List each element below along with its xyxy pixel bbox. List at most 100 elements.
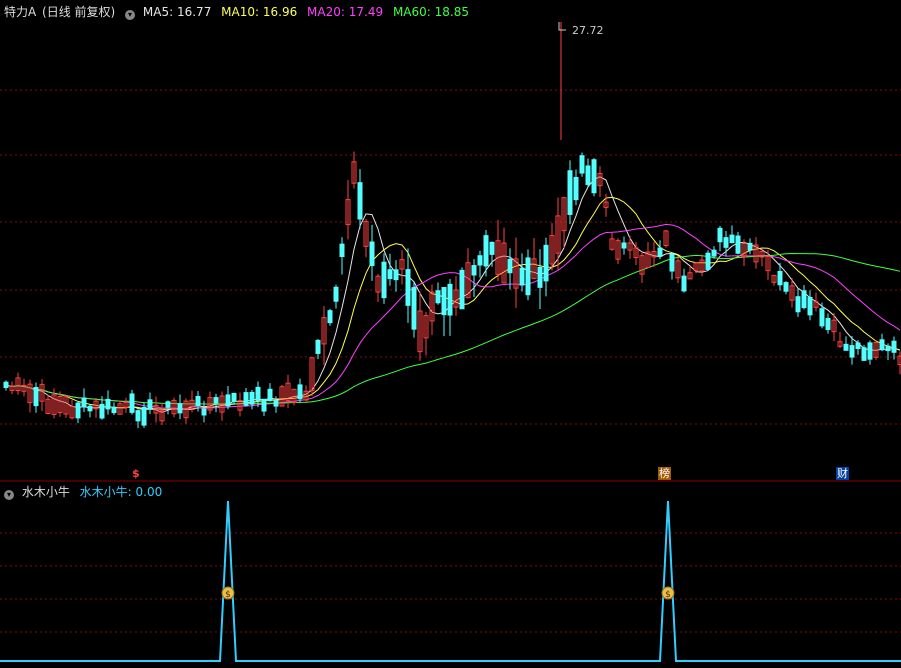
candle-body — [81, 397, 87, 408]
candle-body — [783, 282, 789, 292]
candle-body — [825, 317, 831, 331]
collapse-toggle-icon[interactable]: ▾ — [4, 490, 14, 500]
ma5-line — [5, 176, 901, 413]
candle-body — [489, 241, 495, 255]
ma60-line — [5, 252, 901, 405]
candle-body — [543, 244, 549, 282]
candle-body — [483, 235, 489, 267]
candle-body — [141, 407, 147, 426]
candle-body — [471, 265, 477, 276]
candle-body — [435, 290, 441, 304]
candle-body — [819, 308, 825, 327]
indicator-header: ▾ 水木小牛 水木小牛: 0.00 — [4, 484, 168, 500]
peak-price-label: 27.72 — [572, 24, 604, 37]
candle-body — [297, 384, 303, 400]
candle-body — [447, 283, 453, 316]
candle-body — [333, 286, 339, 302]
candle-body — [537, 266, 543, 288]
candle-body — [357, 182, 363, 220]
candle-body — [111, 406, 117, 414]
indicator-name[interactable]: 水木小牛 — [22, 485, 70, 499]
indicator-line: $ $ — [0, 500, 901, 662]
candle-body — [579, 155, 585, 174]
candle-body — [735, 235, 741, 254]
collapse-toggle-icon[interactable]: ▾ — [125, 10, 136, 20]
candle-body — [585, 165, 591, 185]
svg-text:$: $ — [665, 590, 671, 600]
candle-body — [855, 342, 861, 349]
price-mode: (日线 前复权) — [42, 5, 116, 19]
candle-body — [879, 339, 885, 351]
candle-body — [459, 269, 465, 310]
event-mark-billboard[interactable]: 榜 — [658, 467, 671, 480]
candle-body — [99, 403, 105, 419]
candle-body — [255, 386, 261, 401]
candle-body — [165, 401, 171, 408]
candle-body — [885, 345, 891, 352]
candle-body — [441, 287, 447, 316]
candle-body — [249, 391, 255, 405]
indicator-line-label: 水木小牛: 0.00 — [79, 485, 163, 499]
candle-body — [669, 253, 675, 272]
candle-body — [891, 340, 897, 353]
peak-price-marker: 27.72 — [558, 22, 604, 37]
candle-body — [411, 287, 417, 330]
event-mark-dividend[interactable]: $ — [131, 467, 141, 480]
ma60-label: MA60: 18.85 — [392, 5, 469, 19]
candle-body — [777, 270, 783, 286]
candle-body — [867, 342, 873, 360]
indicator-signal-line — [0, 500, 901, 662]
candle-body — [225, 394, 231, 407]
indicator-grid — [0, 532, 901, 633]
candle-body — [729, 234, 735, 244]
candle-body — [213, 397, 219, 404]
candle-body — [267, 388, 273, 402]
candle-body — [87, 405, 93, 412]
candle-body — [717, 227, 723, 243]
stock-title[interactable]: 特力A — [4, 5, 36, 19]
svg-text:$: $ — [225, 590, 231, 600]
candle-body — [591, 159, 597, 194]
candle-body — [261, 398, 267, 412]
candle-body — [723, 237, 729, 248]
candle-body — [231, 392, 237, 402]
candle-body — [405, 269, 411, 306]
candle-body — [387, 269, 393, 280]
candle-body — [273, 400, 279, 407]
moving-average-lines — [5, 176, 901, 413]
candle-body — [705, 252, 711, 270]
ma5-label: MA5: 16.77 — [142, 5, 212, 19]
candle-body — [75, 402, 81, 419]
candle-body — [195, 396, 201, 407]
candle-body — [795, 296, 801, 313]
candle-body — [33, 387, 39, 407]
candle-body — [861, 347, 867, 361]
event-mark-finance[interactable]: 财 — [836, 467, 849, 480]
candle-body — [369, 241, 375, 267]
candle-body — [201, 408, 207, 416]
candle-body — [477, 255, 483, 266]
candle-body — [519, 267, 525, 286]
candle-body — [807, 296, 813, 316]
candle-body — [657, 247, 663, 257]
candle-body — [849, 345, 855, 358]
candle-body — [243, 392, 249, 406]
candle-body — [135, 410, 141, 422]
candle-body — [567, 170, 573, 215]
candlesticks — [3, 22, 901, 429]
kline-chart[interactable]: 27.72 $ $ — [0, 0, 901, 668]
candle-body — [801, 290, 807, 309]
candle-body — [177, 403, 183, 414]
candle-body — [507, 258, 513, 274]
price-header: 特力A (日线 前复权) ▾ MA5: 16.77 MA10: 16.96 MA… — [4, 4, 475, 20]
candle-body — [315, 339, 321, 354]
candle-body — [105, 398, 111, 410]
candle-body — [339, 243, 345, 258]
ma10-label: MA10: 16.96 — [221, 5, 298, 19]
ma20-label: MA20: 17.49 — [307, 5, 384, 19]
candle-body — [843, 343, 849, 351]
candle-body — [147, 399, 153, 410]
candle-body — [525, 257, 531, 296]
candle-body — [381, 261, 387, 299]
candle-body — [711, 249, 717, 257]
